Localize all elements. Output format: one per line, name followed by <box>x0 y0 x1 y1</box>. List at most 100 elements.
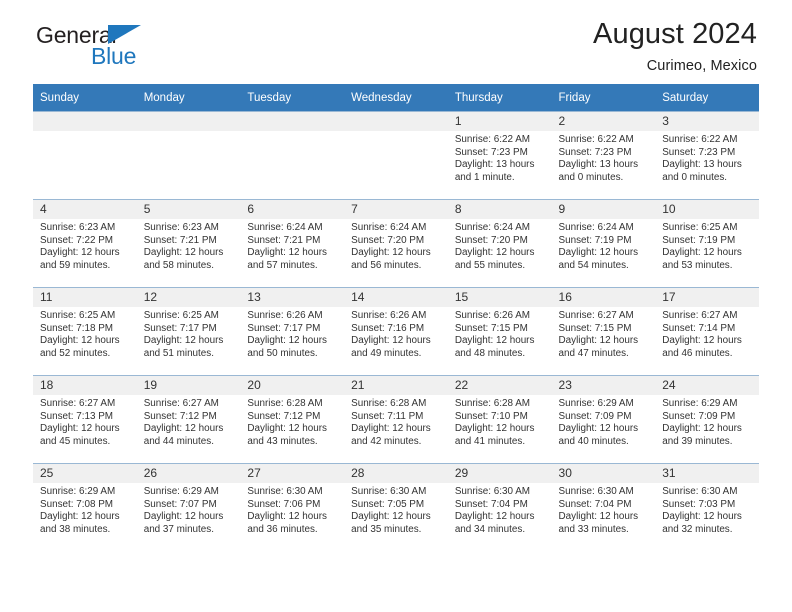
day-number: 9 <box>551 200 656 219</box>
day-details: Sunrise: 6:29 AM Sunset: 7:09 PM Daylight:… <box>655 395 759 448</box>
sunrise-text: Sunrise: 6:23 AM <box>40 222 116 233</box>
calendar-day-cell[interactable] <box>240 111 345 200</box>
day-details: Sunrise: 6:22 AM Sunset: 7:23 PM Daylight:… <box>655 131 759 184</box>
calendar-day-cell[interactable]: 22 Sunrise: 6:28 AM Sunset: 7:10 PM Dayligh… <box>447 375 552 464</box>
calendar-day-cell[interactable]: 5 Sunrise: 6:23 AM Sunset: 7:21 PM Daylight… <box>136 199 241 288</box>
calendar-day-cell[interactable]: 3 Sunrise: 6:22 AM Sunset: 7:23 PM Daylight… <box>655 111 759 200</box>
calendar-day-cell[interactable]: 1 Sunrise: 6:22 AM Sunset: 7:23 PM Daylight… <box>447 111 552 200</box>
daylight-text-line2: and 40 minutes. <box>558 435 629 447</box>
sunset-text: Sunset: 7:21 PM <box>143 234 217 246</box>
weekday-header-saturday: Saturday <box>655 84 759 112</box>
day-cell-inner: 8 Sunrise: 6:24 AM Sunset: 7:20 PM Daylight… <box>447 200 552 287</box>
calendar-week-row: 25 Sunrise: 6:29 AM Sunset: 7:08 PM Dayligh… <box>33 463 759 551</box>
day-number <box>136 112 241 131</box>
daylight-text-line2: and 51 minutes. <box>143 347 214 359</box>
calendar-day-cell[interactable]: 31 Sunrise: 6:30 AM Sunset: 7:03 PM Dayligh… <box>655 463 759 551</box>
calendar-day-cell[interactable]: 28 Sunrise: 6:30 AM Sunset: 7:05 PM Dayligh… <box>344 463 448 551</box>
calendar-day-cell[interactable]: 25 Sunrise: 6:29 AM Sunset: 7:08 PM Dayligh… <box>33 463 137 551</box>
day-cell-inner: 22 Sunrise: 6:28 AM Sunset: 7:10 PM Dayligh… <box>447 376 552 463</box>
daylight-text-line2: and 35 minutes. <box>351 523 422 535</box>
day-cell-inner: 24 Sunrise: 6:29 AM Sunset: 7:09 PM Dayligh… <box>655 376 759 463</box>
day-number: 30 <box>551 464 656 483</box>
calendar-day-cell[interactable]: 2 Sunrise: 6:22 AM Sunset: 7:23 PM Daylight… <box>551 111 656 200</box>
day-number: 29 <box>447 464 552 483</box>
day-cell-inner: 31 Sunrise: 6:30 AM Sunset: 7:03 PM Dayligh… <box>655 464 759 551</box>
calendar-day-cell[interactable]: 16 Sunrise: 6:27 AM Sunset: 7:15 PM Dayligh… <box>551 287 656 376</box>
day-cell-inner: 25 Sunrise: 6:29 AM Sunset: 7:08 PM Dayligh… <box>33 464 137 551</box>
day-number <box>240 112 345 131</box>
calendar-day-cell[interactable]: 18 Sunrise: 6:27 AM Sunset: 7:13 PM Dayligh… <box>33 375 137 464</box>
day-number: 8 <box>447 200 552 219</box>
day-cell-inner: 5 Sunrise: 6:23 AM Sunset: 7:21 PM Daylight… <box>136 200 241 287</box>
daylight-text-line2: and 34 minutes. <box>454 523 526 535</box>
daylight-text-line1: Daylight: 12 hours <box>662 335 742 347</box>
calendar-day-cell[interactable]: 29 Sunrise: 6:30 AM Sunset: 7:04 PM Dayligh… <box>447 463 552 551</box>
calendar-day-cell[interactable]: 23 Sunrise: 6:29 AM Sunset: 7:09 PM Dayligh… <box>551 375 656 464</box>
calendar-day-cell[interactable]: 17 Sunrise: 6:27 AM Sunset: 7:14 PM Dayligh… <box>655 287 759 376</box>
calendar-day-cell[interactable] <box>136 111 241 200</box>
general-blue-logo[interactable]: General Blue <box>36 22 196 70</box>
sunset-text: Sunset: 7:23 PM <box>558 146 632 158</box>
sunset-text: Sunset: 7:12 PM <box>247 410 321 422</box>
day-details: Sunrise: 6:28 AM Sunset: 7:11 PM Daylight:… <box>344 395 448 448</box>
sunrise-text: Sunrise: 6:22 AM <box>662 134 738 145</box>
calendar-day-cell[interactable]: 9 Sunrise: 6:24 AM Sunset: 7:19 PM Daylight… <box>551 199 656 288</box>
sunrise-text: Sunrise: 6:27 AM <box>40 398 116 409</box>
calendar-day-cell[interactable]: 26 Sunrise: 6:29 AM Sunset: 7:07 PM Dayligh… <box>136 463 241 551</box>
calendar-day-cell[interactable]: 20 Sunrise: 6:28 AM Sunset: 7:12 PM Dayligh… <box>240 375 345 464</box>
day-number: 26 <box>136 464 241 483</box>
daylight-text-line1: Daylight: 12 hours <box>454 511 535 523</box>
calendar-week-row: 4 Sunrise: 6:23 AM Sunset: 7:22 PM Daylight… <box>33 199 759 288</box>
day-number: 22 <box>447 376 552 395</box>
calendar-grid: Sunday Monday Tuesday Wednesday Thursday… <box>33 84 759 551</box>
day-cell-inner: 4 Sunrise: 6:23 AM Sunset: 7:22 PM Daylight… <box>33 200 137 287</box>
calendar-day-cell[interactable]: 27 Sunrise: 6:30 AM Sunset: 7:06 PM Dayligh… <box>240 463 345 551</box>
calendar-day-cell[interactable]: 12 Sunrise: 6:25 AM Sunset: 7:17 PM Dayligh… <box>136 287 241 376</box>
calendar-day-cell[interactable]: 14 Sunrise: 6:26 AM Sunset: 7:16 PM Dayligh… <box>344 287 448 376</box>
calendar-day-cell[interactable]: 10 Sunrise: 6:25 AM Sunset: 7:19 PM Dayligh… <box>655 199 759 288</box>
sunset-text: Sunset: 7:16 PM <box>351 322 425 334</box>
day-details: Sunrise: 6:24 AM Sunset: 7:21 PM Daylight:… <box>240 219 344 272</box>
calendar-day-cell[interactable]: 11 Sunrise: 6:25 AM Sunset: 7:18 PM Dayligh… <box>33 287 137 376</box>
day-number: 23 <box>551 376 656 395</box>
day-cell-inner: 17 Sunrise: 6:27 AM Sunset: 7:14 PM Dayligh… <box>655 288 759 375</box>
daylight-text-line1: Daylight: 12 hours <box>558 423 639 435</box>
calendar-day-cell[interactable]: 4 Sunrise: 6:23 AM Sunset: 7:22 PM Daylight… <box>33 199 137 288</box>
sunrise-text: Sunrise: 6:30 AM <box>454 486 531 497</box>
calendar-day-cell[interactable] <box>344 111 448 200</box>
daylight-text-line2: and 45 minutes. <box>40 435 111 447</box>
daylight-text-line2: and 36 minutes. <box>247 523 318 535</box>
day-details: Sunrise: 6:30 AM Sunset: 7:04 PM Daylight:… <box>448 483 552 536</box>
day-cell-inner: 11 Sunrise: 6:25 AM Sunset: 7:18 PM Dayligh… <box>33 288 137 375</box>
calendar-day-cell[interactable]: 30 Sunrise: 6:30 AM Sunset: 7:04 PM Dayligh… <box>551 463 656 551</box>
calendar-day-cell[interactable]: 13 Sunrise: 6:26 AM Sunset: 7:17 PM Dayligh… <box>240 287 345 376</box>
day-cell-inner: 18 Sunrise: 6:27 AM Sunset: 7:13 PM Dayligh… <box>33 376 137 463</box>
day-number: 18 <box>33 376 137 395</box>
calendar-day-cell[interactable] <box>33 111 137 200</box>
calendar-day-cell[interactable]: 15 Sunrise: 6:26 AM Sunset: 7:15 PM Dayligh… <box>447 287 552 376</box>
calendar-day-cell[interactable]: 6 Sunrise: 6:24 AM Sunset: 7:21 PM Daylight… <box>240 199 345 288</box>
calendar-day-cell[interactable]: 19 Sunrise: 6:27 AM Sunset: 7:12 PM Dayligh… <box>136 375 241 464</box>
sunrise-text: Sunrise: 6:29 AM <box>558 398 634 409</box>
calendar-day-cell[interactable]: 21 Sunrise: 6:28 AM Sunset: 7:11 PM Dayligh… <box>344 375 448 464</box>
calendar-header-row: Sunday Monday Tuesday Wednesday Thursday… <box>33 84 759 112</box>
day-cell-inner <box>344 112 448 199</box>
calendar-day-cell[interactable]: 7 Sunrise: 6:24 AM Sunset: 7:20 PM Daylight… <box>344 199 448 288</box>
sunset-text: Sunset: 7:17 PM <box>247 322 321 334</box>
day-details: Sunrise: 6:26 AM Sunset: 7:16 PM Daylight:… <box>344 307 448 360</box>
title-block: August 2024 Curimeo, Mexico <box>593 19 759 75</box>
day-cell-inner <box>136 112 241 199</box>
daylight-text-line1: Daylight: 12 hours <box>454 423 535 435</box>
sunset-text: Sunset: 7:19 PM <box>662 234 736 246</box>
day-number: 19 <box>136 376 241 395</box>
sunrise-text: Sunrise: 6:28 AM <box>351 398 427 409</box>
weekday-header-thursday: Thursday <box>447 84 552 112</box>
calendar-day-cell[interactable]: 8 Sunrise: 6:24 AM Sunset: 7:20 PM Daylight… <box>447 199 552 288</box>
daylight-text-line2: and 41 minutes. <box>454 435 526 447</box>
sunset-text: Sunset: 7:18 PM <box>40 322 114 334</box>
day-number: 25 <box>33 464 137 483</box>
sunrise-text: Sunrise: 6:29 AM <box>662 398 738 409</box>
calendar-day-cell[interactable]: 24 Sunrise: 6:29 AM Sunset: 7:09 PM Dayligh… <box>655 375 759 464</box>
sunset-text: Sunset: 7:11 PM <box>351 410 424 422</box>
daylight-text-line1: Daylight: 12 hours <box>40 247 120 259</box>
